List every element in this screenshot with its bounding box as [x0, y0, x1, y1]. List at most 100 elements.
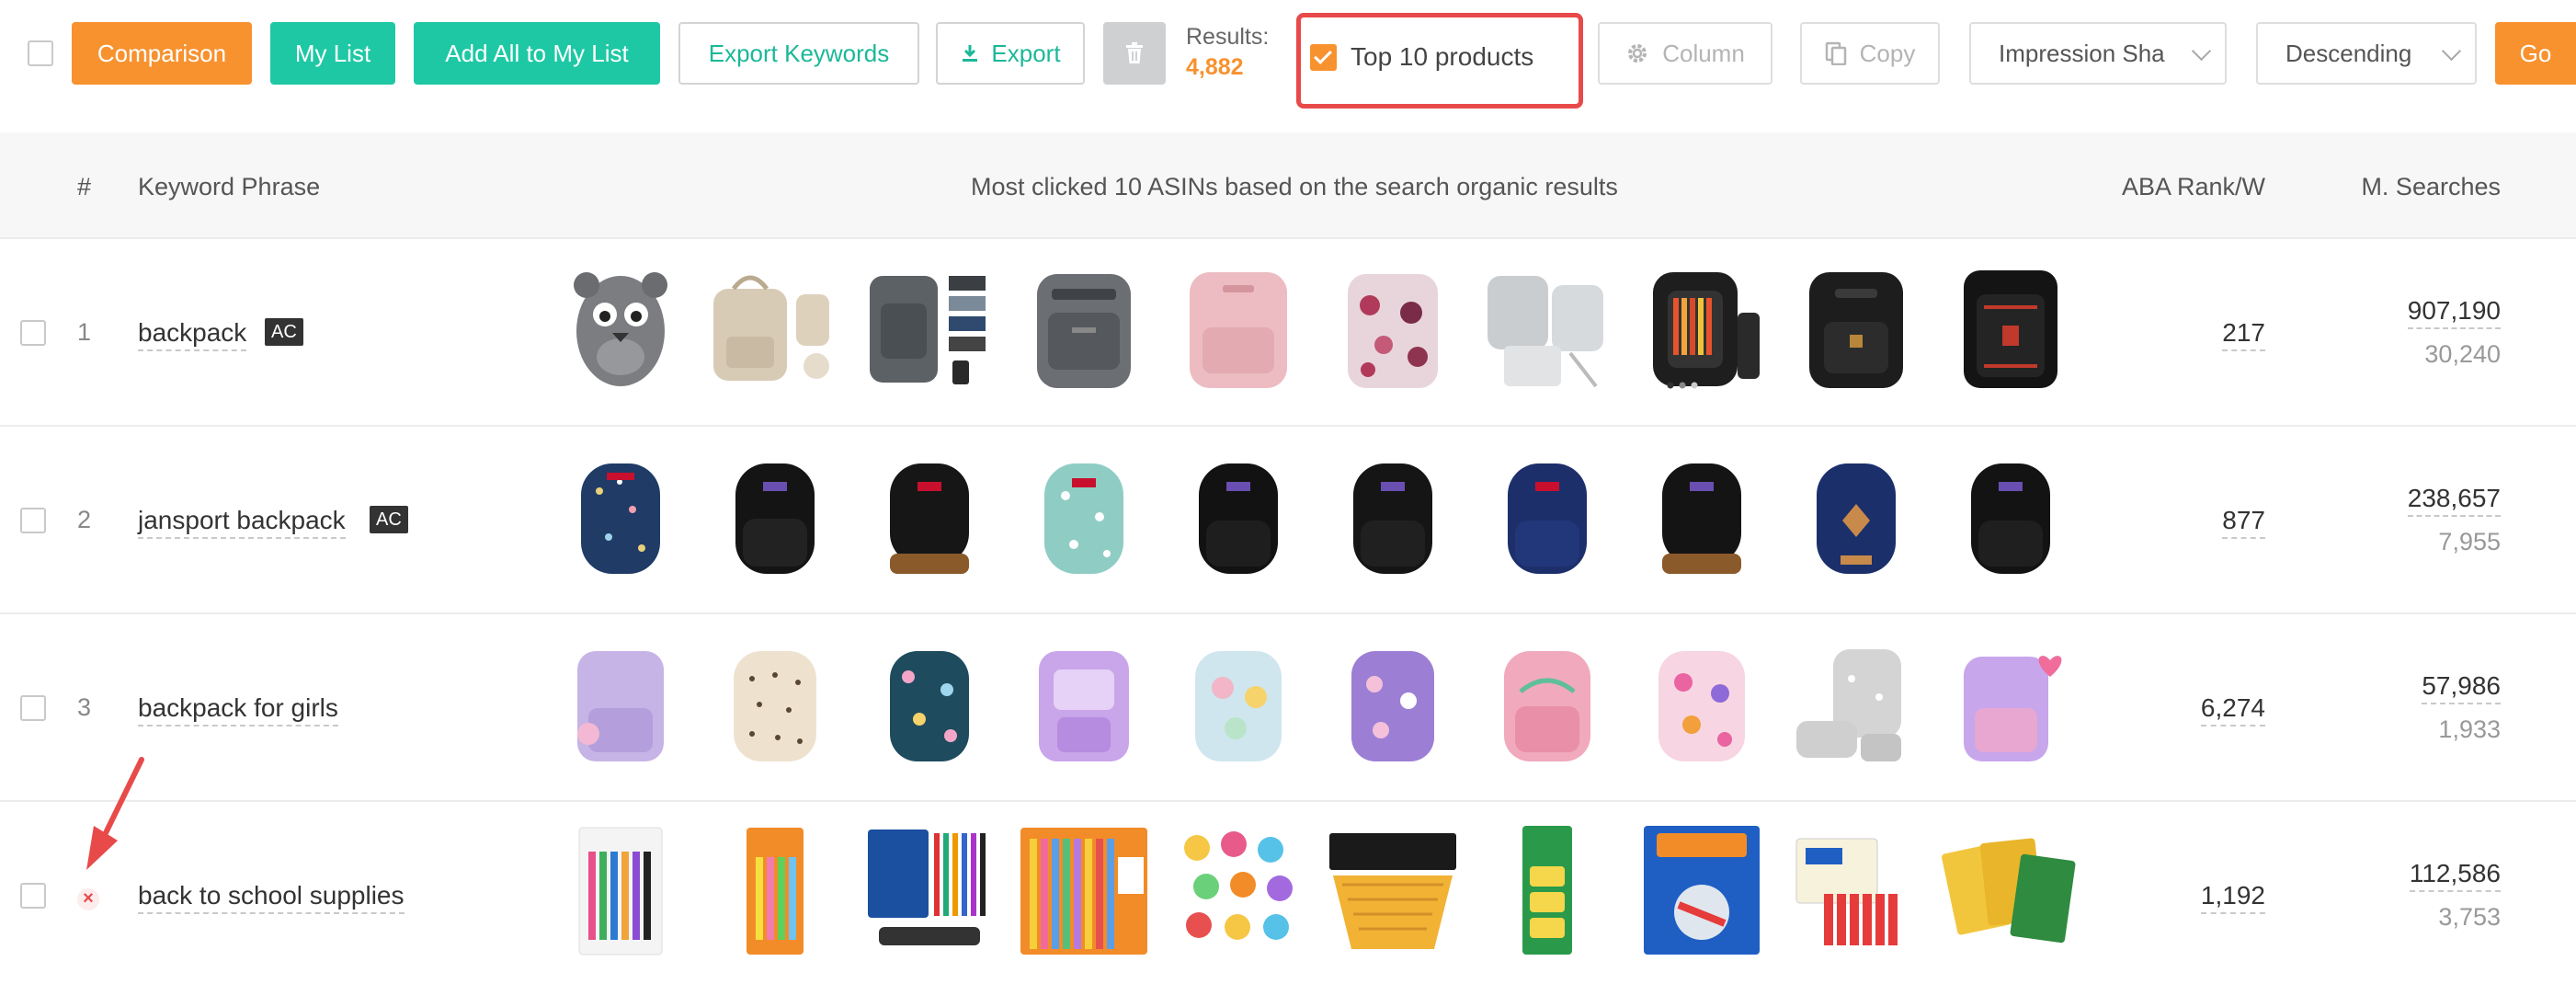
- chevron-down-icon: [2441, 40, 2462, 62]
- product-thumbnail[interactable]: [1787, 445, 1925, 583]
- monthly-searches-sub-value: 30,240: [2424, 340, 2501, 368]
- product-thumbnail[interactable]: [1478, 633, 1616, 771]
- col-aba-rank-header[interactable]: ABA Rank/W: [2122, 173, 2265, 201]
- aba-rank-value[interactable]: 6,274: [2200, 693, 2265, 727]
- chevron-down-icon: [2191, 40, 2212, 62]
- keyword-link[interactable]: back to school supplies: [138, 881, 405, 914]
- keyword-link[interactable]: jansport backpack: [138, 506, 346, 539]
- results-count: 4,882: [1186, 54, 1244, 80]
- product-thumbnail[interactable]: [861, 633, 998, 771]
- product-thumbnail[interactable]: [1324, 257, 1462, 395]
- product-thumbnail[interactable]: [1324, 820, 1462, 958]
- product-thumbnail[interactable]: [552, 257, 690, 395]
- column-label: Column: [1662, 39, 1745, 67]
- close-icon[interactable]: ×: [77, 888, 99, 910]
- export-label: Export: [991, 39, 1061, 67]
- monthly-searches-value[interactable]: 112,586: [2409, 859, 2501, 892]
- product-thumbnail[interactable]: [861, 820, 998, 958]
- select-all-checkbox[interactable]: [28, 40, 53, 66]
- product-thumbnail[interactable]: [1169, 257, 1307, 395]
- red-arrow-annotation: [86, 757, 144, 870]
- product-thumbnail[interactable]: [552, 445, 690, 583]
- ac-badge: AC: [265, 318, 303, 346]
- carousel-dots[interactable]: [1666, 381, 1703, 390]
- top-10-label: Top 10 products: [1351, 42, 1534, 71]
- keyword-link[interactable]: backpack for girls: [138, 693, 338, 727]
- product-thumbnail[interactable]: [1478, 257, 1616, 395]
- row-rank: 3: [77, 693, 92, 721]
- product-thumbnails: [552, 257, 2059, 408]
- add-all-to-my-list-button[interactable]: Add All to My List: [414, 22, 660, 85]
- monthly-searches-sub-value: 1,933: [2438, 715, 2501, 743]
- product-thumbnail[interactable]: [706, 820, 844, 958]
- comparison-button[interactable]: Comparison: [72, 22, 252, 85]
- product-thumbnail[interactable]: [1942, 633, 2080, 771]
- sort-field-select[interactable]: Impression Sha: [1969, 22, 2227, 85]
- keyword-link[interactable]: backpack: [138, 318, 247, 351]
- product-thumbnail[interactable]: [1169, 445, 1307, 583]
- table-row: 2 jansport backpack AC 877 238,657 7,955: [0, 427, 2576, 614]
- product-thumbnails: [552, 445, 2059, 596]
- product-thumbnail[interactable]: [1633, 445, 1771, 583]
- aba-rank-value[interactable]: 877: [2222, 506, 2265, 539]
- product-thumbnail[interactable]: [706, 257, 844, 395]
- sort-order-select[interactable]: Descending: [2256, 22, 2477, 85]
- row-checkbox[interactable]: [20, 320, 46, 346]
- monthly-searches-value[interactable]: 57,986: [2422, 671, 2501, 704]
- my-list-button[interactable]: My List: [270, 22, 395, 85]
- product-thumbnail[interactable]: [1324, 445, 1462, 583]
- product-thumbnail[interactable]: [1633, 820, 1771, 958]
- row-checkbox[interactable]: [20, 695, 46, 721]
- col-index-header: #: [77, 173, 92, 200]
- results-summary: Results: 4,882: [1186, 24, 1269, 81]
- product-thumbnail[interactable]: [1633, 257, 1771, 395]
- product-thumbnail[interactable]: [1015, 445, 1153, 583]
- col-products-header: Most clicked 10 ASINs based on the searc…: [971, 173, 1618, 200]
- product-thumbnail[interactable]: [1169, 820, 1307, 958]
- product-thumbnail[interactable]: [1787, 633, 1925, 771]
- monthly-searches-value[interactable]: 907,190: [2407, 296, 2501, 329]
- sort-order-value: Descending: [2285, 39, 2412, 67]
- sort-field-value: Impression Sha: [1999, 39, 2165, 67]
- monthly-searches-sub-value: 3,753: [2438, 903, 2501, 931]
- product-thumbnail[interactable]: [1015, 633, 1153, 771]
- monthly-searches-value[interactable]: 238,657: [2407, 484, 2501, 517]
- row-checkbox[interactable]: [20, 883, 46, 909]
- product-thumbnail[interactable]: [1169, 633, 1307, 771]
- product-thumbnail[interactable]: [861, 445, 998, 583]
- export-keywords-button[interactable]: Export Keywords: [678, 22, 919, 85]
- product-thumbnail[interactable]: [706, 445, 844, 583]
- product-thumbnail[interactable]: [552, 820, 690, 958]
- export-button[interactable]: Export: [936, 22, 1085, 85]
- aba-rank-value[interactable]: 1,192: [2200, 881, 2265, 914]
- product-thumbnail[interactable]: [1787, 257, 1925, 395]
- col-keyword-header: Keyword Phrase: [138, 173, 321, 200]
- top-10-checkbox[interactable]: [1310, 44, 1337, 71]
- product-thumbnail[interactable]: [1787, 820, 1925, 958]
- product-thumbnail[interactable]: [1942, 257, 2080, 395]
- table-row: × back to school supplies 1,192 112,586 …: [0, 802, 2576, 984]
- product-thumbnail[interactable]: [1478, 445, 1616, 583]
- product-thumbnail[interactable]: [1015, 257, 1153, 395]
- product-thumbnail[interactable]: [1478, 820, 1616, 958]
- product-thumbnail[interactable]: [1942, 820, 2080, 958]
- table-row: 3 backpack for girls 6,274 57,986 1,933: [0, 614, 2576, 802]
- toolbar: Comparison My List Add All to My List Ex…: [0, 0, 2576, 120]
- row-rank: 1: [77, 318, 92, 346]
- top-10-products-toggle[interactable]: Top 10 products: [1296, 13, 1583, 109]
- column-button[interactable]: Column: [1598, 22, 1772, 85]
- aba-rank-value[interactable]: 217: [2222, 318, 2265, 351]
- product-thumbnail[interactable]: [1015, 820, 1153, 958]
- go-button[interactable]: Go: [2495, 22, 2576, 85]
- copy-button[interactable]: Copy: [1800, 22, 1940, 85]
- product-thumbnail[interactable]: [861, 257, 998, 395]
- product-thumbnail[interactable]: [706, 633, 844, 771]
- row-checkbox[interactable]: [20, 508, 46, 533]
- product-thumbnail[interactable]: [1942, 445, 2080, 583]
- col-monthly-searches-header[interactable]: M. Searches: [2361, 173, 2501, 201]
- copy-icon: [1825, 41, 1846, 65]
- product-thumbnail[interactable]: [1324, 633, 1462, 771]
- delete-button[interactable]: [1103, 22, 1166, 85]
- product-thumbnail[interactable]: [1633, 633, 1771, 771]
- product-thumbnail[interactable]: [552, 633, 690, 771]
